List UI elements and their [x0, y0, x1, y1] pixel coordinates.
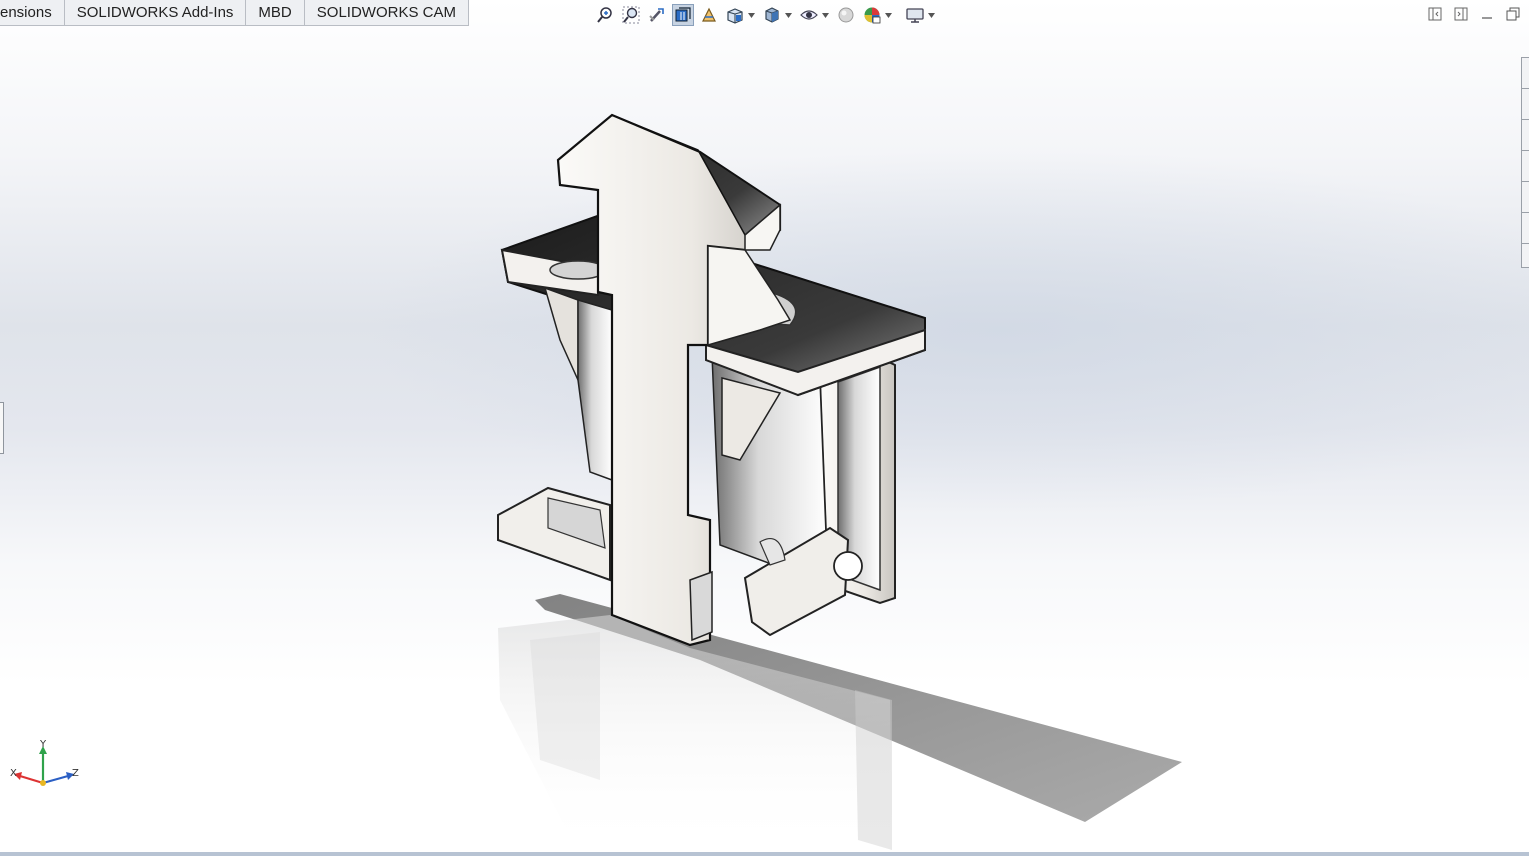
tile-right-icon[interactable] [1453, 6, 1469, 22]
chevron-down-icon[interactable] [784, 4, 792, 26]
tab-extensions[interactable]: ensions [0, 0, 65, 26]
part-model[interactable] [0, 0, 1529, 856]
zoom-to-fit-icon[interactable] [594, 4, 616, 26]
tab-mbd[interactable]: MBD [246, 0, 305, 26]
edit-appearance-icon[interactable] [835, 4, 857, 26]
task-pane-tab[interactable] [1522, 58, 1529, 89]
task-pane-tab[interactable] [1522, 213, 1529, 244]
chevron-down-icon[interactable] [927, 4, 935, 26]
tab-solidworks-cam[interactable]: SOLIDWORKS CAM [304, 0, 469, 26]
triad-x-label: X [10, 768, 17, 779]
task-pane-tab[interactable] [1522, 182, 1529, 213]
display-style-icon[interactable] [761, 4, 783, 26]
chevron-down-icon[interactable] [747, 4, 755, 26]
view-orientation-icon[interactable] [724, 4, 746, 26]
tile-left-icon[interactable] [1427, 6, 1443, 22]
task-pane-tab[interactable] [1522, 120, 1529, 151]
feature-manager-flyout-handle[interactable] [0, 402, 4, 454]
heads-up-view-toolbar [594, 3, 937, 27]
graphics-area[interactable]: ensions SOLIDWORKS Add-Ins MBD SOLIDWORK… [0, 0, 1529, 856]
reference-triad: Y X Z [10, 739, 79, 786]
triad-z-label: Z [72, 768, 79, 779]
triad-y-label: Y [39, 739, 47, 750]
chevron-down-icon[interactable] [884, 4, 892, 26]
bottom-border [0, 852, 1529, 856]
hide-show-items-icon[interactable] [798, 4, 820, 26]
apply-scene-icon[interactable] [861, 4, 883, 26]
restore-icon[interactable] [1505, 6, 1521, 22]
minimize-icon[interactable] [1479, 6, 1495, 22]
zoom-to-area-icon[interactable] [620, 4, 642, 26]
view-settings-icon[interactable] [904, 4, 926, 26]
task-pane-tab[interactable] [1522, 151, 1529, 182]
dynamic-annotation-views-icon[interactable] [698, 4, 720, 26]
command-manager-tabs: ensions SOLIDWORKS Add-Ins MBD SOLIDWORK… [0, 0, 469, 27]
tab-solidworks-add-ins[interactable]: SOLIDWORKS Add-Ins [64, 0, 247, 26]
previous-view-icon[interactable] [646, 4, 668, 26]
chevron-down-icon[interactable] [821, 4, 829, 26]
task-pane-tab[interactable] [1522, 89, 1529, 120]
document-window-controls [1427, 6, 1521, 22]
section-view-icon[interactable] [672, 4, 694, 26]
task-pane-tabs [1521, 57, 1529, 268]
